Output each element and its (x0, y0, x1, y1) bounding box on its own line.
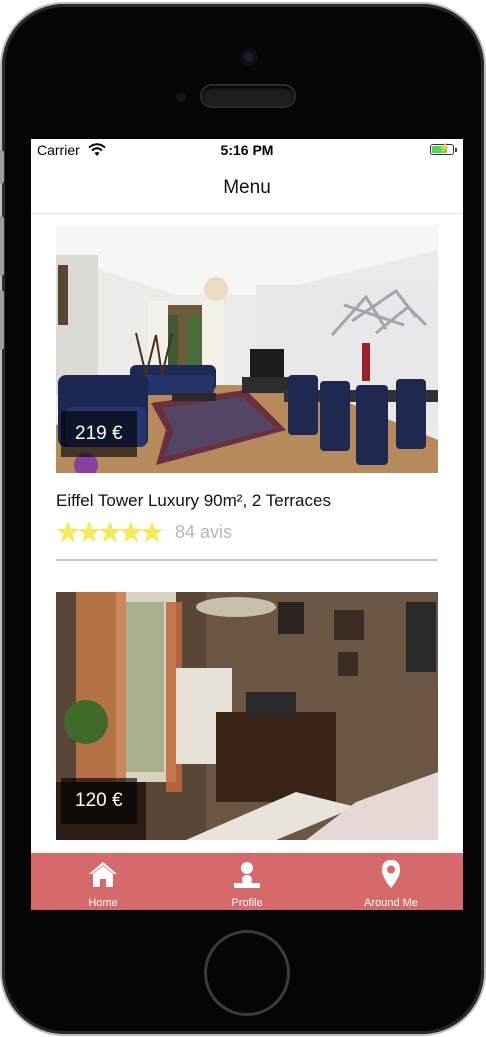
listing-card[interactable]: 219 € Eiffel Tower Luxury 90m², 2 Terrac… (56, 225, 438, 561)
tab-around-me[interactable]: Around Me (319, 853, 463, 910)
profile-icon (234, 862, 260, 888)
listing-card[interactable]: 120 € (56, 592, 438, 840)
page-title: Menu (223, 177, 271, 198)
listing-photo[interactable]: 120 € (56, 592, 438, 840)
mute-switch (0, 150, 4, 184)
tab-bar: Home Profile Around Me (31, 853, 463, 910)
divider (56, 559, 438, 561)
status-bar: Carrier 5:16 PM ⚡ (31, 139, 463, 161)
status-time: 5:16 PM (220, 142, 274, 158)
rating-row: 84 avis (56, 519, 438, 545)
location-pin-icon (382, 860, 400, 888)
price-tag: 219 € (61, 411, 137, 457)
listing-photo[interactable]: 219 € (56, 225, 438, 473)
home-icon (89, 862, 117, 887)
navigation-bar: Menu (31, 161, 463, 214)
app-screen: Carrier 5:16 PM ⚡ Menu 219 € Eiffel Towe… (31, 139, 463, 910)
home-button[interactable] (204, 930, 290, 1016)
tab-profile[interactable]: Profile (175, 853, 319, 910)
price-tag: 120 € (61, 778, 137, 824)
tab-around-me-label: Around Me (364, 897, 418, 909)
tab-profile-label: Profile (231, 897, 263, 909)
front-camera (240, 48, 258, 66)
tab-home[interactable]: Home (31, 853, 175, 910)
star-icon (140, 521, 164, 543)
proximity-sensor (176, 92, 186, 102)
volume-up-button (0, 216, 4, 276)
battery-icon: ⚡ (430, 143, 457, 155)
tab-home-label: Home (88, 897, 118, 909)
volume-down-button (0, 290, 4, 350)
review-count: 84 avis (175, 521, 233, 542)
listing-title: Eiffel Tower Luxury 90m², 2 Terraces (56, 491, 331, 510)
earpiece-speaker (202, 86, 294, 106)
